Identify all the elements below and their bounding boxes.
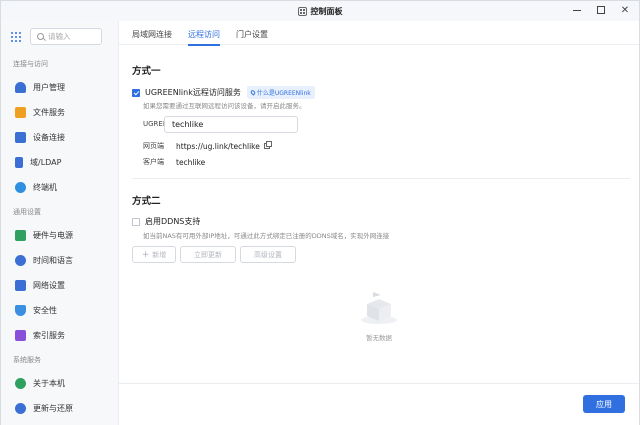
location-pin-icon: [249, 89, 257, 96]
footer: 应用: [119, 383, 639, 425]
update-now-button[interactable]: 立即更新: [180, 246, 236, 263]
control-panel-icon: [297, 6, 307, 16]
sidebar-group-label: 连接与访问: [13, 60, 48, 68]
domain-icon: [15, 157, 23, 168]
device-icon: [15, 132, 26, 143]
tab-remote-access[interactable]: 远程访问: [188, 21, 220, 46]
minimize-icon: [573, 9, 581, 11]
sidebar-item-label: 终端机: [33, 183, 57, 192]
copy-icon[interactable]: [263, 141, 272, 149]
ddns-checkbox-row: 启用DDNS支持: [132, 216, 200, 227]
sidebar-item-label: 硬件与电源: [33, 231, 73, 240]
ugreenlink-checkbox-row: UGREENlink远程访问服务 什么是UGREENlink: [132, 86, 315, 99]
shield-icon: [15, 305, 26, 316]
sidebar-item-security[interactable]: 安全性: [1, 298, 118, 323]
index-icon: [15, 330, 26, 341]
what-is-ugreenlink-link[interactable]: 什么是UGREENlink: [246, 86, 315, 99]
empty-box-icon: [359, 286, 399, 326]
web-url-value[interactable]: https://ug.link/techlike: [176, 142, 260, 151]
sidebar-item-label: 关于本机: [33, 379, 65, 388]
section-divider: [132, 178, 630, 179]
sidebar-item-network[interactable]: 网络设置: [1, 273, 118, 298]
sidebar-item-hardware-power[interactable]: 硬件与电源: [1, 223, 118, 248]
main-content: 局域网连接 远程访问 门户设置 方式一 UGREENlink远程访问服务 什么是…: [119, 21, 639, 425]
sidebar-item-about[interactable]: 关于本机: [1, 371, 118, 396]
apply-button[interactable]: 应用: [583, 395, 625, 413]
search-box: [30, 28, 102, 45]
sidebar-top: [1, 21, 118, 45]
maximize-button[interactable]: [595, 4, 607, 16]
sidebar-item-file-service[interactable]: 文件服务: [1, 100, 118, 125]
sidebar-item-terminal[interactable]: 终端机: [1, 175, 118, 200]
advanced-settings-button[interactable]: 高级设置: [240, 246, 296, 263]
control-panel-window: 控制面板 ✕ 连接与访问 用户管理: [0, 0, 640, 425]
app-grid-icon[interactable]: [11, 31, 21, 42]
sidebar-item-domain-ldap[interactable]: 域/LDAP: [1, 150, 118, 175]
close-icon: ✕: [620, 4, 630, 16]
ddns-checkbox[interactable]: [132, 217, 140, 226]
close-button[interactable]: ✕: [619, 4, 631, 16]
sidebar-item-label: 安全性: [33, 306, 57, 315]
empty-state: 暂无数据: [344, 286, 414, 342]
ugreenlink-checkbox[interactable]: [132, 88, 140, 97]
client-value: techlike: [176, 157, 206, 167]
terminal-icon: [15, 182, 26, 193]
ddns-checkbox-label: 启用DDNS支持: [145, 217, 201, 226]
user-icon: [15, 82, 26, 93]
method2-title: 方式二: [132, 196, 161, 207]
tab-bar: 局域网连接 远程访问 门户设置: [119, 21, 639, 46]
ugreenlink-id-input[interactable]: [164, 116, 298, 133]
sidebar-item-label: 文件服务: [33, 108, 65, 117]
sidebar-item-label: 索引服务: [33, 331, 65, 340]
empty-state-text: 暂无数据: [366, 334, 392, 342]
sidebar-item-update-restore[interactable]: 更新与还原: [1, 396, 118, 421]
folder-icon: [15, 107, 26, 118]
minimize-button[interactable]: [571, 4, 583, 16]
method1-title: 方式一: [132, 66, 161, 77]
client-row: 客户端 techlike: [143, 157, 205, 167]
sidebar-item-device-connection[interactable]: 设备连接: [1, 125, 118, 150]
title-bar: 控制面板 ✕: [1, 1, 639, 21]
sidebar-item-label: 网络设置: [33, 281, 65, 290]
sidebar-item-label: 时间和语言: [33, 256, 73, 265]
sidebar-item-label: 更新与还原: [33, 404, 73, 413]
sidebar-item-index-service[interactable]: 索引服务: [1, 323, 118, 348]
sidebar-item-label: 设备连接: [33, 133, 65, 142]
ugreenlink-hint: 如果您需要通过互联网远程访问该设备，请开启此服务。: [143, 102, 306, 110]
tab-lan-connection[interactable]: 局域网连接: [132, 21, 172, 45]
window-title: 控制面板: [310, 6, 343, 16]
window-controls: ✕: [571, 4, 631, 16]
search-input[interactable]: [48, 32, 98, 41]
network-icon: [15, 280, 26, 291]
sidebar: 连接与访问 用户管理 文件服务 设备连接 域/LDAP 终端机 通用设置 硬件与…: [1, 21, 119, 425]
tab-portal-settings[interactable]: 门户设置: [236, 21, 268, 45]
ugreenlink-checkbox-label: UGREENlink远程访问服务: [145, 88, 241, 97]
sidebar-group-label: 系统服务: [13, 356, 41, 364]
add-ddns-button[interactable]: + 新增: [132, 246, 176, 263]
title-wrap: 控制面板: [297, 6, 343, 17]
what-is-ugreenlink-text: 什么是UGREENlink: [256, 90, 311, 97]
clock-icon: [15, 255, 26, 266]
plus-icon: +: [141, 249, 150, 260]
client-label: 客户端: [143, 158, 164, 166]
web-url-label: 网页端: [143, 142, 164, 150]
sidebar-item-user-management[interactable]: 用户管理: [1, 75, 118, 100]
web-url-row: 网页端 https://ug.link/techlike: [143, 141, 272, 151]
info-icon: [15, 378, 26, 389]
add-ddns-label: 新增: [152, 250, 167, 259]
sidebar-item-time-language[interactable]: 时间和语言: [1, 248, 118, 273]
search-icon: [37, 33, 44, 40]
maximize-icon: [597, 6, 605, 14]
sidebar-item-label: 用户管理: [33, 83, 65, 92]
sidebar-item-label: 域/LDAP: [30, 158, 62, 167]
ddns-hint: 如当前NAS有可用外部IP地址，可通过此方式绑定已注册的DDNS域名，实现外网连…: [143, 232, 390, 240]
sidebar-group-label: 通用设置: [13, 208, 41, 216]
power-icon: [15, 230, 26, 241]
refresh-icon: [15, 403, 26, 414]
